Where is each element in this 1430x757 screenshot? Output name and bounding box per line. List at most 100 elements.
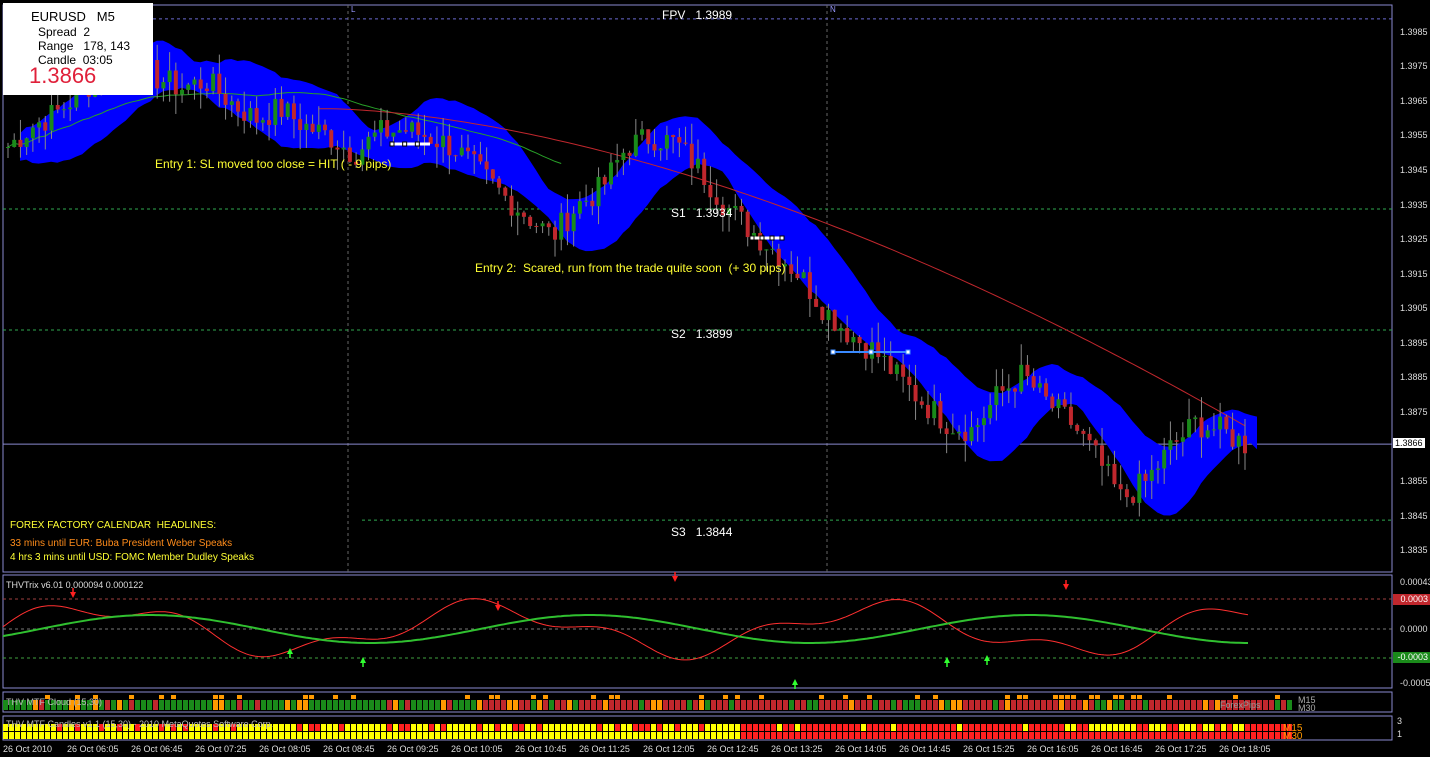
info-symbol: EURUSD: [31, 9, 86, 24]
mtf-candle-cell: [345, 732, 350, 739]
mtf-candle-cell: [723, 732, 728, 739]
mtf-candle-cell: [639, 732, 644, 739]
mtf-candle-cell: [435, 724, 440, 731]
mtf-cloud-cell: [1089, 700, 1094, 710]
mtf-cloud-cell: [213, 695, 218, 699]
mtf-candle-cell: [615, 732, 620, 739]
time-tick-label: 26 Oct 11:25: [579, 744, 630, 754]
mtf-cloud-cell: [579, 700, 584, 710]
mtf-cloud-cell: [843, 695, 848, 699]
mtf-cloud-cell: [483, 700, 488, 710]
candle-body: [1155, 468, 1160, 470]
mtf-candle-cell: [375, 732, 380, 739]
mtf-cloud-cell: [1095, 700, 1100, 710]
mtf-cloud-cell: [717, 700, 722, 710]
time-tick-label: 26 Oct 15:25: [963, 744, 1015, 754]
mtf-candle-cell: [741, 724, 746, 731]
mtf-candle-cell: [1125, 724, 1130, 731]
mtf-candle-cell: [729, 732, 734, 739]
mtf-cloud-label: THV MTF Cloud (15,30): [6, 697, 103, 707]
mtf-cloud-cell: [303, 700, 308, 710]
mtf-candle-cell: [489, 732, 494, 739]
mtf-cloud-cell: [153, 700, 158, 710]
mtf-candle-cell: [723, 724, 728, 731]
mtf-candle-cell: [273, 724, 278, 731]
mtf-candle-cell: [1185, 724, 1190, 731]
mtf-candle-cell: [51, 732, 56, 739]
candle-body: [1087, 433, 1092, 441]
mtf-candles-tf2: M30: [1283, 731, 1303, 742]
mtf-cloud-cell: [117, 700, 122, 710]
mtf-cloud-cell: [255, 700, 260, 710]
candle-body: [528, 216, 533, 226]
mtf-candle-cell: [1215, 732, 1220, 739]
mtf-cloud-cell: [777, 700, 782, 710]
mtf-candle-cell: [1161, 724, 1166, 731]
mtf-cloud-cell: [963, 700, 968, 710]
mtf-cloud-cell: [1017, 695, 1022, 699]
mtf-cloud-cell: [597, 700, 602, 710]
mtf-candle-cell: [861, 732, 866, 739]
mtf-cloud-cell: [543, 700, 548, 710]
mtf-candle-cell: [1197, 732, 1202, 739]
mtf-cloud-cell: [1233, 695, 1238, 699]
candle-body: [826, 309, 831, 321]
mtf-candle-cell: [1107, 732, 1112, 739]
time-tick-label: 26 Oct 08:45: [323, 744, 375, 754]
mtf-candle-cell: [927, 724, 932, 731]
mtf-candle-cell: [939, 724, 944, 731]
candle-body: [497, 178, 502, 188]
candle-body: [770, 248, 775, 250]
mtf-candle-cell: [1041, 732, 1046, 739]
mtf-cloud-cell: [687, 700, 692, 710]
mtf-candle-cell: [933, 724, 938, 731]
candle-body: [391, 132, 396, 137]
mtf-cloud-cell: [1149, 700, 1154, 710]
mtf-candle-cell: [1059, 724, 1064, 731]
mtf-candle-cell: [1179, 732, 1184, 739]
mtf-cloud-cell: [489, 695, 494, 699]
mtf-candle-cell: [771, 732, 776, 739]
mtf-cloud-cell: [411, 700, 416, 710]
mtf-candle-cell: [1251, 724, 1256, 731]
candle-body: [291, 103, 296, 120]
mtf-candle-cell: [681, 732, 686, 739]
mtf-candle-cell: [795, 732, 800, 739]
mtf-candle-cell: [1221, 732, 1226, 739]
mtf-cloud-cell: [1047, 700, 1052, 710]
candle-body: [155, 60, 160, 89]
candle-body: [994, 386, 999, 405]
mtf-cloud-cell: [495, 695, 500, 699]
candle-body: [521, 212, 526, 217]
mtf-candle-cell: [657, 732, 662, 739]
mtf-candle-cell: [789, 724, 794, 731]
time-tick-label: 26 Oct 07:25: [195, 744, 247, 754]
mtf-cloud-cell: [609, 695, 614, 699]
mtf-candle-cell: [1209, 724, 1214, 731]
price-chart[interactable]: [0, 0, 1430, 757]
mtf-cloud-cell: [939, 700, 944, 710]
sell-arrow-icon: [495, 605, 501, 611]
mtf-candle-cell: [285, 724, 290, 731]
mtf-candle-cell: [651, 732, 656, 739]
mtf-candle-cell: [243, 732, 248, 739]
mtf-candle-cell: [717, 724, 722, 731]
mtf-candle-cell: [861, 724, 866, 731]
mtf-cloud-cell: [903, 700, 908, 710]
mtf-candle-cell: [1023, 724, 1028, 731]
mtf-cloud-cell: [123, 700, 128, 710]
calendar-item-1: 33 mins until EUR: Buba President Weber …: [10, 538, 233, 549]
price-tick-label: 1.3855: [1400, 476, 1428, 487]
mtf-candle-cell: [129, 732, 134, 739]
candle-body: [1243, 435, 1247, 454]
candle-body: [161, 82, 166, 89]
mtf-cloud-cell: [873, 700, 878, 710]
forexpips-watermark: ForexPips: [1220, 700, 1261, 710]
mt4-chart-window[interactable]: EURUSD M5 Spread 2 Range 178, 143 Candle…: [0, 0, 1430, 757]
trix-scale-top: 0.00043: [1400, 577, 1430, 587]
mtf-candle-cell: [1095, 732, 1100, 739]
mtf-candle-cell: [609, 724, 614, 731]
mtf-candle-cell: [801, 724, 806, 731]
mtf-candle-cell: [1089, 732, 1094, 739]
mtf-candle-cell: [855, 732, 860, 739]
